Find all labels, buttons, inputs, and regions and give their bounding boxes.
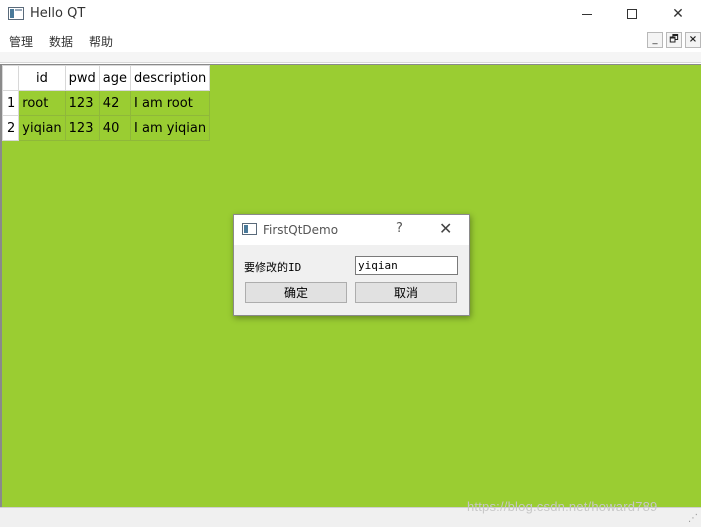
close-button[interactable]: ✕ bbox=[655, 0, 701, 28]
mdi-close-button[interactable]: × bbox=[685, 32, 701, 48]
window-title: Hello QT bbox=[30, 6, 86, 21]
help-button[interactable]: ? bbox=[396, 221, 403, 236]
edit-id-dialog: FirstQtDemo ? ✕ 要修改的ID 确定 取消 bbox=[233, 214, 470, 316]
row-header[interactable]: 2 bbox=[1, 115, 20, 141]
column-header-description[interactable]: description bbox=[130, 65, 211, 91]
table-cell[interactable]: 123 bbox=[64, 115, 100, 141]
table-row[interactable]: 2 yiqian 123 40 I am yiqian bbox=[1, 115, 211, 141]
minimize-icon bbox=[582, 13, 592, 15]
menu-manage[interactable]: 管理 bbox=[9, 33, 33, 50]
menu-data[interactable]: 数据 bbox=[49, 33, 73, 50]
dialog-title: FirstQtDemo bbox=[263, 223, 339, 237]
table-cell[interactable]: 123 bbox=[64, 90, 100, 116]
table-cell[interactable]: I am yiqian bbox=[130, 115, 211, 141]
id-input[interactable] bbox=[355, 256, 458, 275]
cancel-button[interactable]: 取消 bbox=[355, 282, 457, 303]
table-cell[interactable]: I am root bbox=[130, 90, 211, 116]
close-icon: ✕ bbox=[672, 6, 684, 22]
dialog-app-icon bbox=[242, 223, 257, 235]
maximize-icon bbox=[627, 9, 637, 19]
column-header-id[interactable]: id bbox=[18, 65, 66, 91]
app-icon bbox=[8, 7, 24, 20]
minimize-button[interactable] bbox=[564, 0, 610, 28]
window-titlebar: Hello QT ✕ bbox=[0, 0, 701, 28]
table-cell[interactable]: 40 bbox=[98, 115, 132, 141]
data-table: id pwd age description 1 root 123 42 I a… bbox=[1, 65, 211, 141]
menubar: 管理 数据 帮助 bbox=[0, 28, 701, 52]
table-row[interactable]: 1 root 123 42 I am root bbox=[1, 90, 211, 116]
row-header[interactable]: 1 bbox=[1, 90, 20, 116]
toolbar bbox=[0, 52, 701, 63]
column-header-pwd[interactable]: pwd bbox=[64, 65, 100, 91]
watermark: https://blog.csdn.net/howard789 bbox=[467, 499, 658, 514]
dialog-close-icon[interactable]: ✕ bbox=[439, 219, 452, 238]
maximize-button[interactable] bbox=[609, 0, 655, 28]
mdi-minimize-button[interactable]: _ bbox=[647, 32, 663, 48]
id-label: 要修改的ID bbox=[244, 261, 302, 274]
menu-help[interactable]: 帮助 bbox=[89, 33, 113, 50]
table-cell[interactable]: 42 bbox=[98, 90, 132, 116]
column-header-age[interactable]: age bbox=[98, 65, 132, 91]
table-cell[interactable]: root bbox=[18, 90, 66, 116]
mdi-restore-button[interactable]: 🗗 bbox=[666, 32, 682, 48]
dialog-titlebar[interactable]: FirstQtDemo ? ✕ bbox=[234, 215, 469, 245]
table-corner[interactable] bbox=[1, 65, 20, 91]
table-cell[interactable]: yiqian bbox=[18, 115, 66, 141]
resize-grip-icon[interactable]: ⋰ bbox=[688, 513, 698, 524]
ok-button[interactable]: 确定 bbox=[245, 282, 347, 303]
